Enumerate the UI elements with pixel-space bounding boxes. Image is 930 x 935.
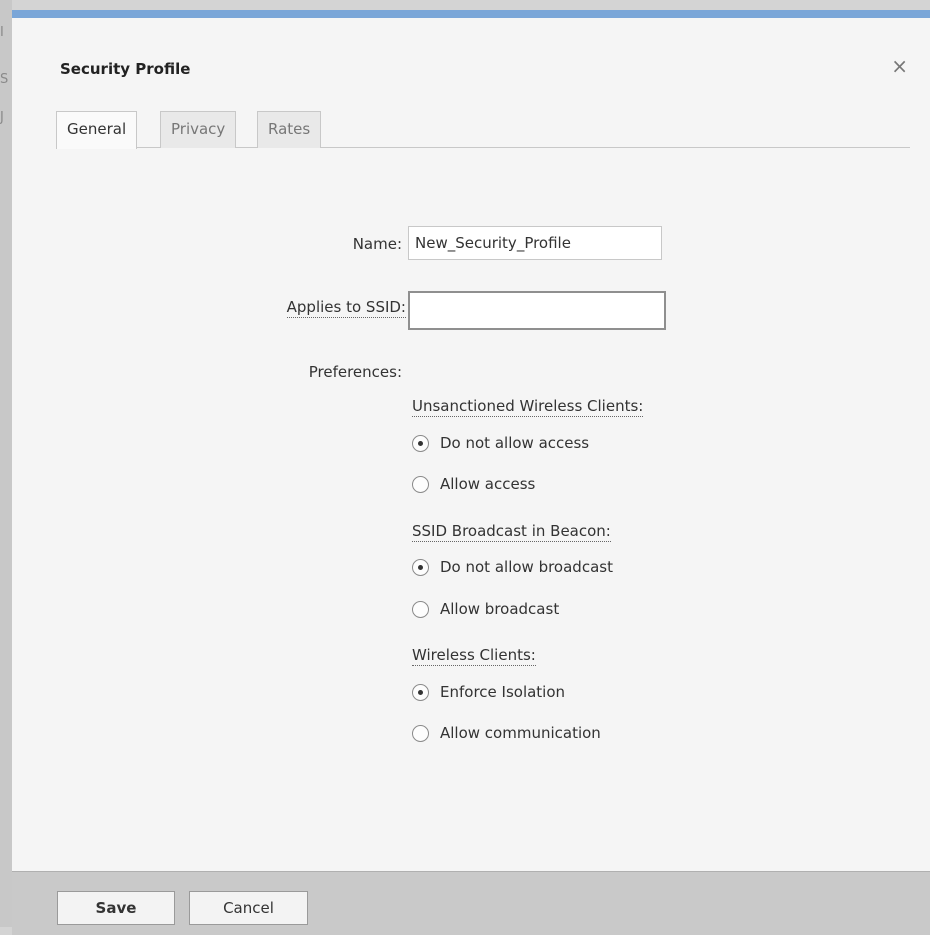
- radio-do-not-allow-access[interactable]: Do not allow access: [412, 432, 589, 454]
- radio-label: Do not allow broadcast: [440, 558, 613, 576]
- dialog-footer: Save Cancel: [12, 871, 930, 935]
- radio-allow-access[interactable]: Allow access: [412, 473, 535, 495]
- radio-enforce-isolation[interactable]: Enforce Isolation: [412, 681, 565, 703]
- ssid-input[interactable]: [408, 291, 666, 330]
- radio-label: Enforce Isolation: [440, 683, 566, 701]
- radio-unchecked-icon[interactable]: [412, 475, 429, 493]
- radio-label: Do not allow access: [440, 434, 590, 452]
- close-icon[interactable]: ×: [891, 56, 908, 76]
- dialog-title: Security Profile: [60, 60, 191, 78]
- radio-checked-icon[interactable]: [412, 434, 429, 452]
- radio-allow-communication[interactable]: Allow communication: [412, 722, 601, 744]
- background-page-edge: I S J: [0, 0, 12, 927]
- group-label-wireless-clients: Wireless Clients:: [412, 646, 536, 666]
- radio-label: Allow communication: [440, 724, 601, 742]
- group-label-ssid-broadcast: SSID Broadcast in Beacon:: [412, 522, 611, 542]
- tab-rates[interactable]: Rates: [257, 111, 322, 148]
- radio-do-not-allow-broadcast[interactable]: Do not allow broadcast: [412, 556, 613, 578]
- background-text-fragment: J: [0, 110, 4, 125]
- cancel-button[interactable]: Cancel: [189, 891, 308, 925]
- save-button[interactable]: Save: [57, 891, 175, 925]
- tab-privacy[interactable]: Privacy: [160, 111, 237, 148]
- radio-unchecked-icon[interactable]: [412, 724, 429, 742]
- group-label-text: Wireless Clients:: [412, 646, 536, 666]
- preferences-label: Preferences:: [308, 363, 402, 381]
- radio-label: Allow access: [440, 475, 536, 493]
- radio-checked-icon[interactable]: [412, 683, 429, 701]
- ssid-label-container: Applies to SSID:: [212, 298, 406, 318]
- ssid-label: Applies to SSID:: [286, 298, 406, 318]
- group-label-text: Unsanctioned Wireless Clients:: [412, 397, 644, 417]
- radio-label: Allow broadcast: [440, 600, 560, 618]
- radio-checked-icon[interactable]: [412, 558, 429, 576]
- tab-bar: General Privacy Rates: [56, 111, 910, 149]
- background-text-fragment: S: [0, 72, 9, 87]
- background-text-fragment: I: [0, 25, 4, 40]
- group-label-unsanctioned-clients: Unsanctioned Wireless Clients:: [412, 397, 644, 417]
- name-input[interactable]: [408, 226, 662, 260]
- radio-allow-broadcast[interactable]: Allow broadcast: [412, 598, 559, 620]
- name-label: Name:: [352, 235, 402, 253]
- tab-general[interactable]: General: [56, 111, 138, 149]
- group-label-text: SSID Broadcast in Beacon:: [412, 522, 611, 542]
- radio-unchecked-icon[interactable]: [412, 600, 429, 618]
- security-profile-dialog: Security Profile × General Privacy Rates…: [12, 10, 930, 935]
